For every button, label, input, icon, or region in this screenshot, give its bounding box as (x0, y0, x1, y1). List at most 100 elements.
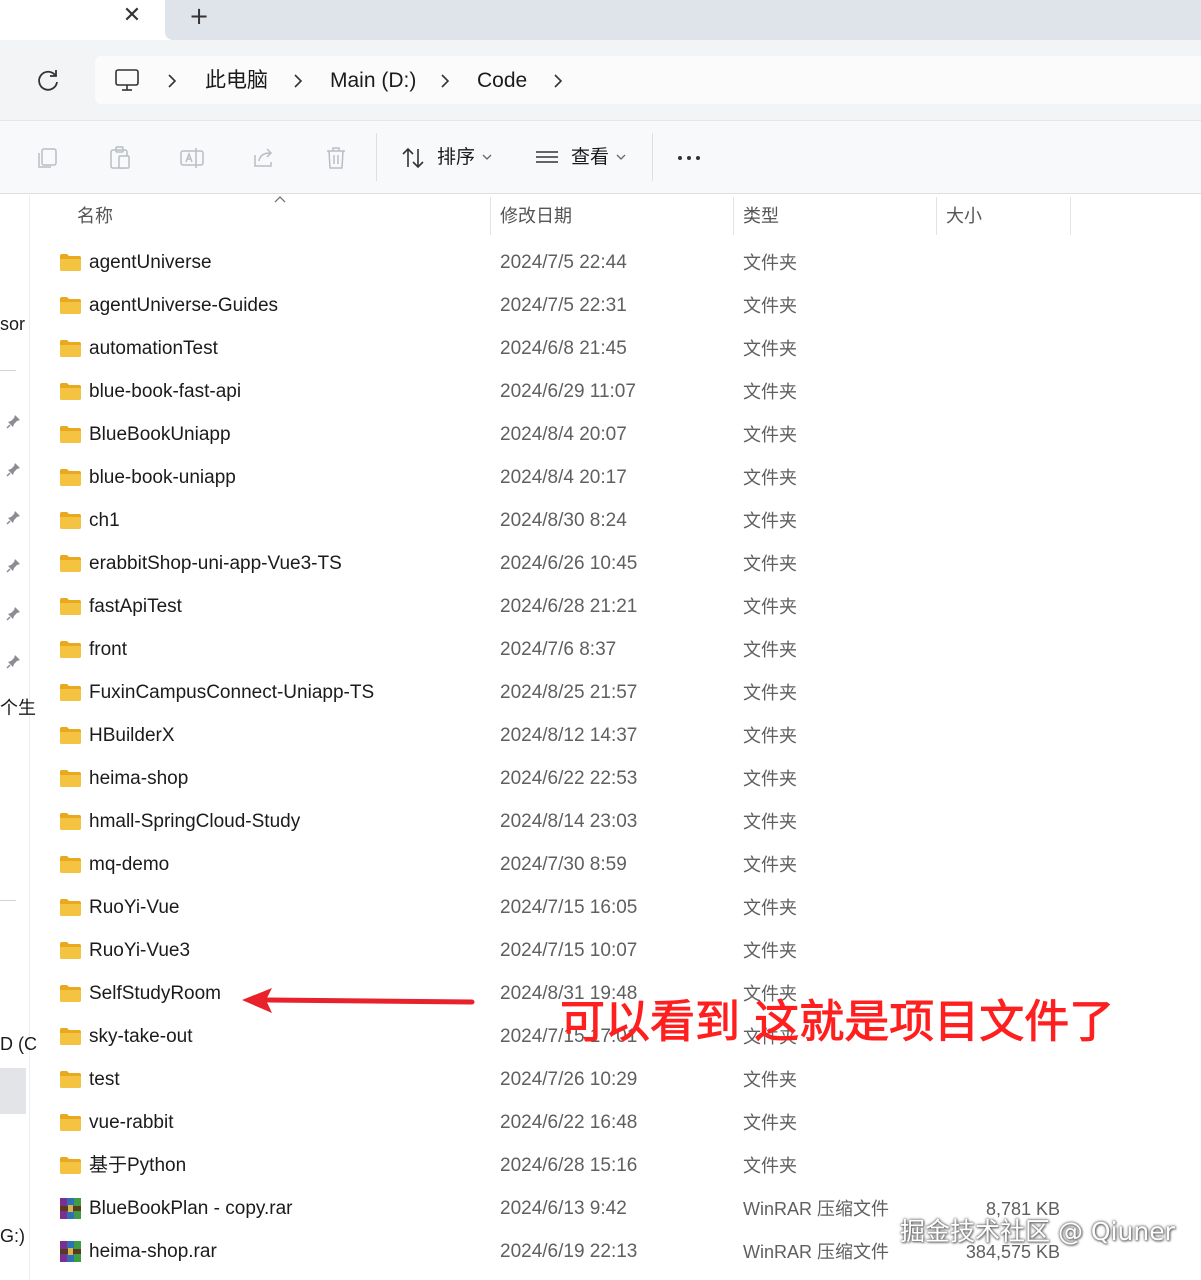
folder-icon (60, 1114, 81, 1131)
rename-icon[interactable] (179, 145, 205, 171)
column-divider[interactable] (733, 197, 734, 235)
file-name[interactable]: sky-take-out (89, 1025, 192, 1049)
file-row[interactable]: RuoYi-Vue3 2024/7/15 10:07 文件夹 (44, 930, 1072, 973)
column-header-type[interactable]: 类型 (743, 205, 779, 227)
file-name[interactable]: heima-shop.rar (89, 1240, 217, 1264)
delete-icon[interactable] (323, 145, 349, 171)
share-icon[interactable] (251, 145, 277, 171)
file-name[interactable]: automationTest (89, 337, 218, 361)
toolbar-divider (376, 133, 377, 181)
chevron-right-icon[interactable] (551, 69, 565, 93)
file-modified-date: 2024/6/13 9:42 (500, 1198, 627, 1219)
file-name[interactable]: RuoYi-Vue (89, 896, 179, 920)
file-name[interactable]: heima-shop (89, 767, 188, 791)
file-name[interactable]: BlueBookUniapp (89, 423, 231, 447)
file-name[interactable]: test (89, 1068, 120, 1092)
file-modified-date: 2024/7/5 22:44 (500, 252, 627, 273)
file-modified-date: 2024/7/6 8:37 (500, 639, 617, 660)
chevron-down-icon[interactable] (482, 153, 492, 161)
file-name[interactable]: RuoYi-Vue3 (89, 939, 190, 963)
file-type: 文件夹 (743, 683, 797, 703)
column-divider[interactable] (490, 197, 491, 235)
file-name[interactable]: front (89, 638, 127, 662)
file-name[interactable]: agentUniverse-Guides (89, 294, 278, 318)
file-name[interactable]: blue-book-uniapp (89, 466, 236, 490)
close-tab-button[interactable]: ✕ (118, 2, 146, 30)
new-tab-button[interactable]: + (185, 2, 213, 30)
file-name[interactable]: erabbitShop-uni-app-Vue3-TS (89, 552, 342, 576)
file-row[interactable]: 基于Python 2024/6/28 15:16 文件夹 (44, 1145, 1072, 1188)
view-button-label[interactable]: 查看 (571, 145, 609, 171)
nav-item-fragment[interactable]: D (C (0, 1033, 37, 1055)
file-row[interactable]: agentUniverse-Guides 2024/7/5 22:31 文件夹 (44, 285, 1072, 328)
file-name[interactable]: FuxinCampusConnect-Uniapp-TS (89, 681, 374, 705)
file-row[interactable]: erabbitShop-uni-app-Vue3-TS 2024/6/26 10:… (44, 543, 1072, 586)
nav-item-selected[interactable] (0, 1068, 26, 1114)
file-name[interactable]: BlueBookPlan - copy.rar (89, 1197, 292, 1221)
file-modified-date: 2024/6/28 21:21 (500, 596, 638, 617)
file-type: 文件夹 (743, 597, 797, 617)
file-name[interactable]: hmall-SpringCloud-Study (89, 810, 300, 834)
breadcrumb-code[interactable]: Code (477, 68, 527, 94)
column-header-name[interactable]: 名称 (77, 205, 113, 227)
file-row[interactable]: HBuilderX 2024/8/12 14:37 文件夹 (44, 715, 1072, 758)
file-row[interactable]: test 2024/7/26 10:29 文件夹 (44, 1059, 1072, 1102)
file-modified-date: 2024/6/29 11:07 (500, 381, 636, 402)
file-row[interactable]: vue-rabbit 2024/6/22 16:48 文件夹 (44, 1102, 1072, 1145)
file-row[interactable]: FuxinCampusConnect-Uniapp-TS 2024/8/25 21… (44, 672, 1072, 715)
file-name[interactable]: blue-book-fast-api (89, 380, 241, 404)
this-pc-icon[interactable] (114, 68, 140, 92)
paste-icon[interactable] (107, 145, 133, 171)
chevron-down-icon[interactable] (616, 153, 626, 161)
file-row[interactable]: heima-shop 2024/6/22 22:53 文件夹 (44, 758, 1072, 801)
file-row[interactable]: blue-book-uniapp 2024/8/4 20:17 文件夹 (44, 457, 1072, 500)
file-name[interactable]: vue-rabbit (89, 1111, 174, 1135)
file-name[interactable]: 基于Python (89, 1154, 186, 1178)
chevron-right-icon[interactable] (438, 69, 452, 93)
file-row[interactable]: blue-book-fast-api 2024/6/29 11:07 文件夹 (44, 371, 1072, 414)
file-modified-date: 2024/8/12 14:37 (500, 725, 638, 746)
file-modified-date: 2024/6/28 15:16 (500, 1155, 638, 1176)
file-name[interactable]: mq-demo (89, 853, 169, 877)
file-name[interactable]: agentUniverse (89, 251, 212, 275)
file-name[interactable]: SelfStudyRoom (89, 982, 221, 1006)
refresh-icon[interactable] (34, 66, 62, 94)
nav-item-fragment[interactable]: sor (0, 313, 25, 335)
file-row[interactable]: ch1 2024/8/30 8:24 文件夹 (44, 500, 1072, 543)
file-row[interactable]: RuoYi-Vue 2024/7/15 16:05 文件夹 (44, 887, 1072, 930)
address-bar[interactable]: 此电脑 Main (D:) Code (95, 56, 1201, 104)
file-row[interactable]: hmall-SpringCloud-Study 2024/8/14 23:03 文件… (44, 801, 1072, 844)
column-header-size[interactable]: 大小 (946, 205, 982, 227)
chevron-right-icon[interactable] (165, 69, 179, 93)
nav-item-fragment[interactable]: 个生 (0, 697, 36, 719)
file-modified-date: 2024/7/30 8:59 (500, 854, 627, 875)
column-divider[interactable] (936, 197, 937, 235)
file-row[interactable]: automationTest 2024/6/8 21:45 文件夹 (44, 328, 1072, 371)
file-name[interactable]: HBuilderX (89, 724, 175, 748)
chevron-right-icon[interactable] (291, 69, 305, 93)
sort-icon[interactable] (400, 145, 426, 171)
navigation-pane: sor 个生 D (C G:) (0, 195, 37, 1280)
breadcrumb-this-pc[interactable]: 此电脑 (205, 68, 268, 94)
file-name[interactable]: fastApiTest (89, 595, 182, 619)
nav-item-fragment[interactable]: G:) (0, 1225, 25, 1247)
sort-button-label[interactable]: 排序 (437, 145, 475, 171)
file-row[interactable]: BlueBookUniapp 2024/8/4 20:07 文件夹 (44, 414, 1072, 457)
file-name[interactable]: ch1 (89, 509, 120, 533)
file-row[interactable]: agentUniverse 2024/7/5 22:44 文件夹 (44, 242, 1072, 285)
file-modified-date: 2024/7/5 22:31 (500, 295, 627, 316)
file-row[interactable]: front 2024/7/6 8:37 文件夹 (44, 629, 1072, 672)
folder-icon (60, 942, 81, 959)
file-row[interactable]: fastApiTest 2024/6/28 21:21 文件夹 (44, 586, 1072, 629)
pin-icon (6, 607, 20, 621)
file-row[interactable]: mq-demo 2024/7/30 8:59 文件夹 (44, 844, 1072, 887)
tab-strip: ✕ + (0, 0, 1201, 40)
breadcrumb-main-drive[interactable]: Main (D:) (330, 68, 416, 94)
copy-icon[interactable] (35, 145, 61, 171)
file-type: 文件夹 (743, 468, 797, 488)
more-options-icon[interactable] (676, 145, 702, 171)
view-icon[interactable] (534, 145, 560, 171)
pin-icon (6, 511, 20, 525)
column-divider[interactable] (1070, 197, 1071, 235)
column-header-modified[interactable]: 修改日期 (500, 205, 572, 227)
